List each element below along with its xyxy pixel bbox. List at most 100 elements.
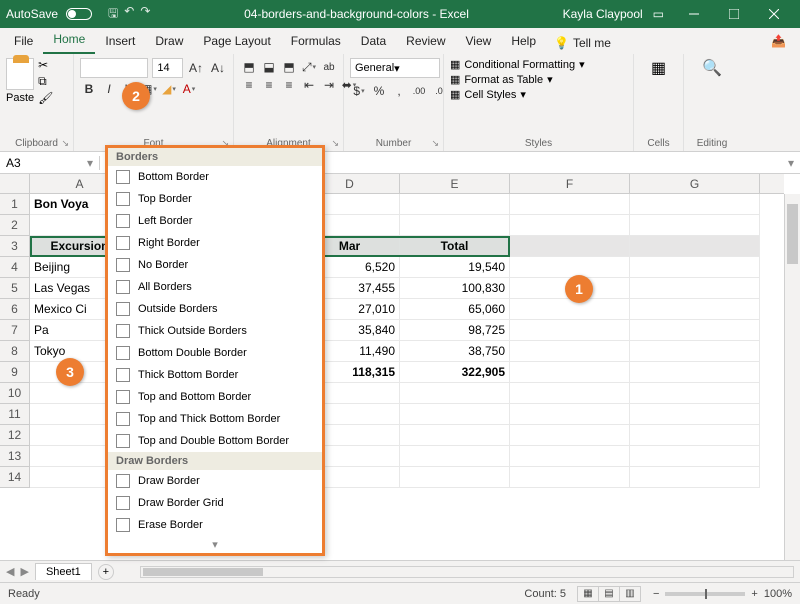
tab-draw[interactable]: Draw <box>145 30 193 54</box>
save-icon[interactable]: 🖫 <box>108 4 118 25</box>
row-header-10[interactable]: 10 <box>0 383 30 404</box>
number-dialog-launcher[interactable]: ↘ <box>431 138 439 149</box>
border-option[interactable]: Top and Thick Bottom Border <box>108 408 322 430</box>
format-as-table-button[interactable]: ▦Format as Table ▾ <box>450 73 627 86</box>
row-header-4[interactable]: 4 <box>0 257 30 278</box>
col-header-E[interactable]: E <box>400 174 510 193</box>
select-all-corner[interactable] <box>0 174 30 194</box>
page-layout-view-icon[interactable]: ▤ <box>598 586 620 602</box>
new-sheet-button[interactable]: + <box>98 564 114 580</box>
tab-help[interactable]: Help <box>501 30 546 54</box>
align-right-icon[interactable]: ≡ <box>280 76 298 94</box>
increase-decimal-icon[interactable]: .00 <box>410 82 428 100</box>
format-painter-icon[interactable]: 🖌 <box>38 91 53 105</box>
tab-view[interactable]: View <box>456 30 502 54</box>
increase-font-icon[interactable]: A↑ <box>187 59 205 77</box>
tab-home[interactable]: Home <box>43 28 95 54</box>
page-break-view-icon[interactable]: ▥ <box>619 586 641 602</box>
align-bottom-icon[interactable]: ⬒ <box>280 58 298 76</box>
close-button[interactable] <box>754 0 794 28</box>
expand-formula-bar-icon[interactable]: ▾ <box>782 156 800 170</box>
decrease-indent-icon[interactable]: ⇤ <box>300 76 318 94</box>
zoom-in-button[interactable]: + <box>751 588 757 600</box>
fill-color-button[interactable]: ◢ <box>160 80 178 98</box>
wrap-text-icon[interactable]: ab <box>320 58 338 76</box>
border-option[interactable]: All Borders <box>108 276 322 298</box>
border-option[interactable]: Left Border <box>108 210 322 232</box>
col-header-F[interactable]: F <box>510 174 630 193</box>
font-color-button[interactable]: A <box>180 80 198 98</box>
align-left-icon[interactable]: ≡ <box>240 76 258 94</box>
border-option[interactable]: Top and Bottom Border <box>108 386 322 408</box>
row-header-7[interactable]: 7 <box>0 320 30 341</box>
comma-icon[interactable]: , <box>390 82 408 100</box>
cut-icon[interactable]: ✂ <box>38 58 53 72</box>
bold-button[interactable]: B <box>80 80 98 98</box>
conditional-formatting-button[interactable]: ▦Conditional Formatting ▾ <box>450 58 627 71</box>
row-header-13[interactable]: 13 <box>0 446 30 467</box>
zoom-slider[interactable] <box>665 592 745 596</box>
cell-styles-button[interactable]: ▦Cell Styles ▾ <box>450 88 627 101</box>
draw-border-option[interactable]: Erase Border <box>108 514 322 536</box>
row-header-9[interactable]: 9 <box>0 362 30 383</box>
border-option[interactable]: Outside Borders <box>108 298 322 320</box>
alignment-dialog-launcher[interactable]: ↘ <box>331 138 339 149</box>
orientation-icon[interactable]: ⤢ <box>300 58 318 76</box>
row-header-8[interactable]: 8 <box>0 341 30 362</box>
row-header-1[interactable]: 1 <box>0 194 30 215</box>
align-center-icon[interactable]: ≡ <box>260 76 278 94</box>
italic-button[interactable]: I <box>100 80 118 98</box>
number-format-combo[interactable]: General ▾ <box>350 58 440 78</box>
ribbon-options-icon[interactable]: ▭ <box>653 7 664 21</box>
tab-file[interactable]: File <box>4 30 43 54</box>
row-header-2[interactable]: 2 <box>0 215 30 236</box>
autosave-toggle[interactable] <box>66 8 92 20</box>
sheet-tab[interactable]: Sheet1 <box>35 563 92 580</box>
row-header-14[interactable]: 14 <box>0 467 30 488</box>
font-size-combo[interactable]: 14 <box>152 58 183 78</box>
horizontal-scrollbar[interactable] <box>140 566 794 578</box>
row-header-11[interactable]: 11 <box>0 404 30 425</box>
tell-me[interactable]: 💡 Tell me <box>546 32 619 54</box>
border-option[interactable]: Top and Double Bottom Border <box>108 430 322 452</box>
tab-page-layout[interactable]: Page Layout <box>193 30 280 54</box>
redo-icon[interactable]: ↷ <box>140 4 150 25</box>
border-option[interactable]: Thick Bottom Border <box>108 364 322 386</box>
zoom-out-button[interactable]: − <box>653 588 659 600</box>
font-combo[interactable] <box>80 58 148 78</box>
draw-border-option[interactable]: Draw Border <box>108 470 322 492</box>
row-header-3[interactable]: 3 <box>0 236 30 257</box>
row-header-12[interactable]: 12 <box>0 425 30 446</box>
user-name[interactable]: Kayla Claypool <box>563 7 643 21</box>
align-top-icon[interactable]: ⬒ <box>240 58 258 76</box>
minimize-button[interactable] <box>674 0 714 28</box>
sheet-nav-prev-icon[interactable]: ◀ <box>6 565 14 578</box>
sheet-nav-next-icon[interactable]: ▶ <box>20 565 28 578</box>
vertical-scrollbar[interactable] <box>784 194 800 560</box>
tab-data[interactable]: Data <box>351 30 396 54</box>
tab-review[interactable]: Review <box>396 30 455 54</box>
border-option[interactable]: Top Border <box>108 188 322 210</box>
row-header-6[interactable]: 6 <box>0 299 30 320</box>
clipboard-dialog-launcher[interactable]: ↘ <box>61 138 69 149</box>
paste-button[interactable]: Paste <box>6 58 34 105</box>
maximize-button[interactable] <box>714 0 754 28</box>
align-middle-icon[interactable]: ⬓ <box>260 58 278 76</box>
increase-indent-icon[interactable]: ⇥ <box>320 76 338 94</box>
name-box[interactable]: A3▾ <box>0 156 100 170</box>
col-header-G[interactable]: G <box>630 174 760 193</box>
decrease-font-icon[interactable]: A↓ <box>209 59 227 77</box>
border-option[interactable]: Right Border <box>108 232 322 254</box>
undo-icon[interactable]: ↶ <box>124 4 134 25</box>
percent-icon[interactable]: % <box>370 82 388 100</box>
cells-icon[interactable]: ▦ <box>640 58 677 78</box>
normal-view-icon[interactable]: ▦ <box>577 586 599 602</box>
editing-icon[interactable]: 🔍 <box>690 58 734 78</box>
border-option[interactable]: Bottom Border <box>108 166 322 188</box>
currency-icon[interactable]: $ <box>350 82 368 100</box>
zoom-level[interactable]: 100% <box>764 588 792 600</box>
tab-formulas[interactable]: Formulas <box>281 30 351 54</box>
draw-border-option[interactable]: Draw Border Grid <box>108 492 322 514</box>
tab-insert[interactable]: Insert <box>95 30 145 54</box>
borders-more-icon[interactable]: ▾ <box>108 536 322 553</box>
